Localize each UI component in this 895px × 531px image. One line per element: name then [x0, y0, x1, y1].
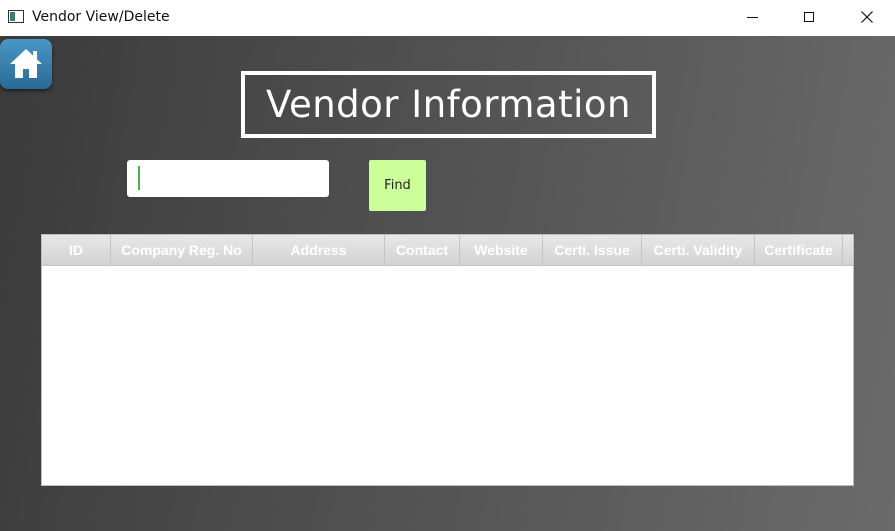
close-button[interactable]: [844, 0, 890, 34]
home-icon: [10, 49, 42, 78]
column-header-certificate[interactable]: Certificate: [755, 235, 843, 265]
page-title: Vendor Information: [266, 83, 631, 126]
window-title: Vendor View/Delete: [32, 9, 170, 25]
column-header-contact[interactable]: Contact: [385, 235, 460, 265]
close-icon: [861, 11, 873, 23]
find-button[interactable]: Find: [369, 160, 426, 211]
minimize-icon: [746, 16, 758, 18]
table-header: ID Company Reg. No Address Contact Websi…: [42, 235, 853, 266]
main-content: Vendor Information Find ID Company Reg. …: [0, 36, 895, 531]
home-button[interactable]: [0, 39, 52, 89]
column-header-certi-validity[interactable]: Certi. Validity: [642, 235, 755, 265]
vendor-table[interactable]: ID Company Reg. No Address Contact Websi…: [41, 234, 854, 486]
column-header-address[interactable]: Address: [253, 235, 385, 265]
title-bar: Vendor View/Delete: [0, 0, 895, 36]
minimize-button[interactable]: [729, 0, 775, 34]
page-title-box: Vendor Information: [241, 71, 656, 138]
column-header-id[interactable]: ID: [42, 235, 111, 265]
column-header-certi-issue[interactable]: Certi. Issue: [543, 235, 642, 265]
column-header-company-reg-no[interactable]: Company Reg. No: [111, 235, 253, 265]
column-header-website[interactable]: Website: [460, 235, 543, 265]
search-input[interactable]: [127, 160, 329, 197]
app-window: Vendor View/Delete Vendor Information Fi…: [0, 0, 895, 531]
app-icon: [8, 10, 24, 23]
maximize-icon: [804, 12, 814, 22]
maximize-button[interactable]: [786, 0, 832, 34]
text-caret: [138, 166, 140, 190]
